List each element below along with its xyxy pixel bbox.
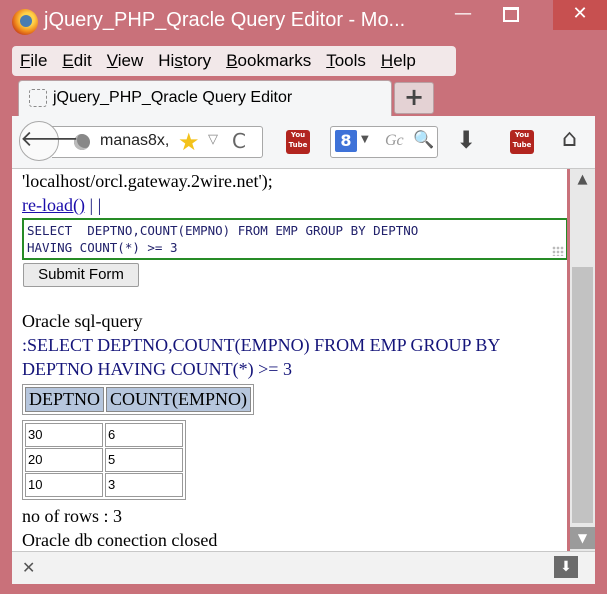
maximize-icon (503, 6, 519, 22)
minimize-button[interactable]: — (446, 0, 480, 30)
search-engine-icon[interactable]: 8 (335, 130, 357, 152)
maximize-button[interactable] (494, 0, 528, 30)
page-content: 'localhost/orcl.gateway.2wire.net'); re-… (12, 169, 567, 551)
resize-grip-icon[interactable] (552, 246, 564, 256)
menu-bar: File Edit View History Bookmarks Tools H… (12, 46, 456, 76)
table-cell: 10 (25, 473, 103, 497)
query-echo-line-2: DEPTNO HAVING COUNT(*) >= 3 (22, 359, 292, 379)
query-editor[interactable]: SELECT DEPTNO,COUNT(EMPNO) FROM EMP GROU… (22, 218, 567, 260)
search-engine-dropdown-icon[interactable]: ▼ (361, 134, 369, 145)
youtube-icon[interactable]: You Tube (510, 130, 534, 154)
table-cell: 20 (25, 448, 103, 472)
bookmark-star-icon[interactable]: ★ (178, 128, 200, 156)
menu-view[interactable]: View (99, 51, 151, 71)
table-row: 10 3 (25, 473, 183, 497)
bottom-bar: ✕ ⬇ (12, 551, 595, 584)
url-history-dropdown-icon[interactable]: ▽ (208, 132, 218, 147)
youtube-icon[interactable]: You Tube (286, 130, 310, 154)
scroll-up-button[interactable]: ▲ (570, 169, 595, 191)
table-cell: 30 (25, 423, 103, 447)
scrollbar-thumb[interactable] (572, 267, 593, 523)
menu-tools[interactable]: Tools (318, 51, 373, 71)
scroll-down-button[interactable]: ▼ (570, 527, 595, 549)
close-window-button[interactable]: ✕ (553, 0, 607, 30)
column-header: COUNT(EMPNO) (106, 387, 251, 412)
search-box[interactable]: 8 ▼ Gc 🔍 (330, 126, 438, 158)
table-cell: 3 (105, 473, 183, 497)
home-icon[interactable]: ⌂ (562, 124, 577, 152)
reload-line: re-load() | | (22, 195, 101, 216)
window-title: jQuery_PHP_Qracle Query Editor - Mo... (44, 9, 406, 31)
title-bar: jQuery_PHP_Qracle Query Editor - Mo... —… (0, 0, 607, 44)
reload-icon[interactable]: C (232, 129, 246, 153)
connection-string: 'localhost/orcl.gateway.2wire.net'); (22, 171, 273, 191)
page-favicon-icon (29, 89, 47, 107)
back-button[interactable]: 🡐 (19, 121, 79, 161)
row-count: no of rows : 3 (22, 506, 122, 526)
connection-closed-message: Oracle db conection closed (22, 530, 218, 550)
menu-file[interactable]: File (12, 51, 54, 71)
navigation-bar: manas8x, ★ ▽ C 🡐 You Tube 8 ▼ Gc 🔍 ⬇ You T… (12, 116, 595, 169)
downloads-icon[interactable]: ⬇ (456, 126, 476, 154)
new-tab-button[interactable]: + (394, 82, 434, 114)
tab-active[interactable]: jQuery_PHP_Qracle Query Editor (18, 80, 392, 117)
menu-bookmarks[interactable]: Bookmarks (218, 51, 318, 71)
reload-separator: | | (84, 195, 102, 215)
menu-history[interactable]: History (150, 51, 218, 71)
url-bar[interactable]: manas8x, ★ ▽ C (52, 126, 263, 158)
firefox-logo-icon (12, 9, 38, 35)
reload-link[interactable]: re-load() (22, 195, 85, 215)
table-row: 30 6 (25, 423, 183, 447)
table-cell: 6 (105, 423, 183, 447)
tab-label: jQuery_PHP_Qracle Query Editor (53, 89, 293, 106)
table-row: 20 5 (25, 448, 183, 472)
search-icon[interactable]: 🔍 (413, 130, 434, 150)
column-header: DEPTNO (25, 387, 104, 412)
result-data-table: 30 6 20 5 10 3 (22, 420, 186, 500)
result-header-table: DEPTNO COUNT(EMPNO) (22, 384, 254, 415)
query-echo-line-1: :SELECT DEPTNO,COUNT(EMPNO) FROM EMP GRO… (22, 335, 501, 355)
vertical-scrollbar[interactable]: ▲ ▼ (570, 169, 595, 551)
url-text: manas8x, (100, 132, 170, 149)
result-heading: Oracle sql-query (22, 311, 143, 331)
search-placeholder: Gc (385, 132, 404, 149)
download-status-icon[interactable]: ⬇ (554, 556, 578, 578)
query-textarea[interactable]: SELECT DEPTNO,COUNT(EMPNO) FROM EMP GROU… (27, 222, 559, 256)
menu-help[interactable]: Help (373, 51, 423, 71)
close-bar-icon[interactable]: ✕ (22, 558, 35, 577)
table-cell: 5 (105, 448, 183, 472)
submit-form-button[interactable]: Submit Form (23, 263, 139, 287)
menu-edit[interactable]: Edit (54, 51, 98, 71)
